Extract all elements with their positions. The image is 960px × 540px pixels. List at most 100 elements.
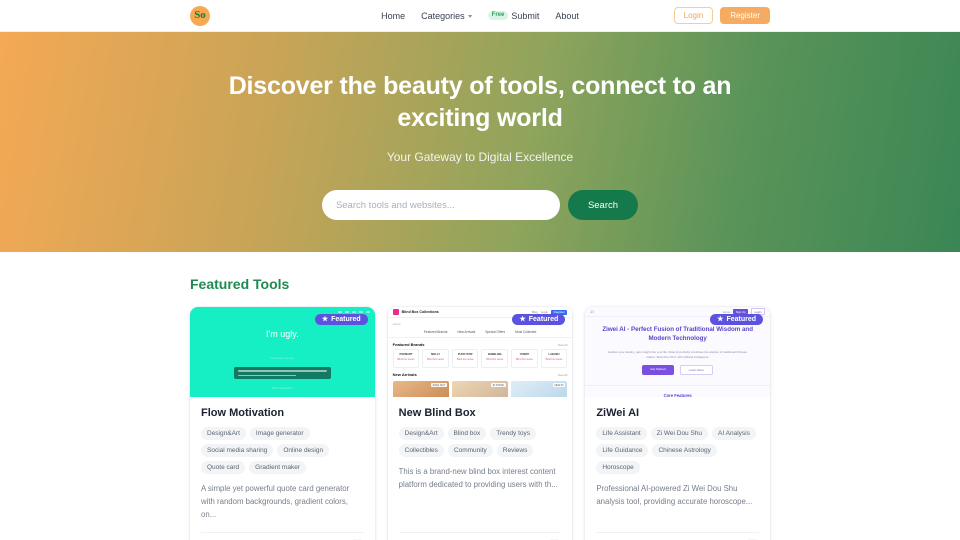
main-content: Featured Tools I'm ugly. Generate a quot… — [0, 252, 960, 540]
thumb-heading: I'm ugly. — [266, 329, 299, 339]
tag[interactable]: Collectibles — [398, 444, 444, 458]
tool-thumbnail: Blind Box Collections Blog Login Registe… — [387, 307, 573, 397]
nav-item-categories[interactable]: Categories — [421, 11, 472, 21]
thumb-brand-item: LABUBU Blind box series — [540, 349, 568, 368]
star-icon: ★ — [519, 316, 526, 323]
site-logo-icon[interactable]: So — [190, 5, 210, 26]
thumb-brand-name: PUCKYPOP — [457, 353, 473, 356]
thumb-brand-name: YUMMY — [519, 353, 530, 356]
search-input[interactable] — [321, 190, 560, 220]
thumb-brand-name: LABUBU — [548, 353, 560, 356]
hero-subheadline: Your Gateway to Digital Excellence — [386, 150, 574, 164]
tool-card-body: Flow Motivation Design&Art Image generat… — [190, 397, 375, 522]
thumb-secondary-button: Learn More — [679, 365, 713, 376]
featured-badge-label: Featured — [331, 316, 361, 323]
tag[interactable]: Trendy toys — [490, 427, 536, 441]
tag[interactable]: Gradient maker — [249, 461, 306, 475]
thumb-product-badge: IN STOCK — [490, 383, 507, 387]
tool-card[interactable]: Zi Home Sign Up Login Ziwei AI - Perfect… — [585, 307, 770, 540]
thumb-primary-button: Get Started — [642, 365, 674, 376]
thumb-footer: Flow Motivation — [271, 386, 293, 390]
nav-item-about-label: About — [555, 10, 579, 21]
tag[interactable]: Reviews — [496, 444, 534, 458]
tag[interactable]: Image generator — [249, 427, 310, 441]
free-badge: Free — [487, 10, 509, 21]
tag[interactable]: Horoscope — [596, 461, 640, 475]
thumb-brand-item: YUMMY Blind box series — [511, 349, 538, 368]
tag[interactable]: Online design — [277, 444, 330, 458]
nav-item-home-label: Home — [381, 10, 406, 21]
thumb-chip: Featured Brands — [423, 330, 448, 334]
register-button[interactable]: Register — [720, 6, 770, 25]
tool-tags: Design&Art Image generator Social media … — [201, 427, 364, 475]
thumb-brand-name: MOLLY — [431, 353, 440, 356]
thumb-chip: Special Offers — [485, 330, 506, 334]
tool-card[interactable]: I'm ugly. Generate a quote Flow Motivati… — [190, 307, 375, 540]
star-icon: ★ — [717, 316, 724, 323]
search-button[interactable]: Search — [567, 190, 639, 220]
site-logo-text: So — [194, 9, 206, 21]
thumb-brand-name: POPMART — [399, 353, 413, 356]
thumb-toolbar-icon — [337, 311, 370, 313]
tool-title: New Blind Box — [398, 407, 476, 419]
thumb-brand-mark: Zi — [590, 309, 594, 314]
tool-tags: Life Assistant Zi Wei Dou Shu AI Analysi… — [596, 427, 759, 475]
thumb-brand-meta: Blind box series — [427, 358, 445, 361]
tool-card[interactable]: Blind Box Collections Blog Login Registe… — [387, 307, 573, 540]
auth-actions: Login Register — [673, 6, 770, 25]
tool-card-stats: 1 1 1 ★ ★ ★ ★ ★ 3.0 — [398, 531, 562, 540]
page-title: Featured Tools — [190, 276, 290, 292]
tag[interactable]: Design&Art — [398, 427, 444, 441]
tag[interactable]: AI Analysis — [712, 427, 756, 441]
tool-thumbnail: Zi Home Sign Up Login Ziwei AI - Perfect… — [585, 307, 770, 397]
thumb-section-more: View All — [557, 372, 568, 377]
thumb-brand-meta: Blind box series — [545, 358, 563, 361]
nav-item-submit-label: Submit — [511, 10, 540, 21]
tool-thumbnail: I'm ugly. Generate a quote Flow Motivati… — [190, 307, 375, 397]
tool-card-stats: 1 1 5 ★ ★ ★ ★ ★ 4.3 — [596, 531, 759, 540]
tag[interactable]: Chinese Astrology — [652, 444, 717, 458]
chevron-down-icon — [467, 14, 472, 18]
tool-card-stats: 1 1 4 ★ ★ ★ ★ ★ 2.0 — [201, 531, 364, 540]
featured-badge: ★ Featured — [710, 314, 763, 325]
thumb-product-item: IN STOCK — [451, 381, 509, 397]
tag[interactable]: Life Assistant — [596, 427, 647, 441]
star-icon: ★ — [321, 316, 329, 323]
nav-item-about[interactable]: About — [555, 11, 579, 21]
thumb-product-badge: SOLD OUT — [430, 383, 447, 387]
tool-title: ZiWei AI — [596, 407, 640, 419]
tool-tags: Design&Art Blind box Trendy toys Collect… — [398, 427, 562, 458]
thumb-product-badge: NEW IN — [552, 383, 566, 387]
top-navigation-bar: So Home Categories Free Submit About Log… — [0, 0, 960, 32]
nav-item-home[interactable]: Home — [381, 11, 405, 21]
thumb-brand-meta: Blind box series — [486, 358, 504, 361]
tag[interactable]: Community — [447, 444, 493, 458]
thumb-nav-item: Home — [722, 309, 731, 314]
tag[interactable]: Quote card — [201, 461, 246, 475]
thumb-brand-meta: Blind box series — [515, 358, 533, 361]
thumb-section-title: Featured Brands — [392, 342, 425, 347]
thumb-product-list: SOLD OUT IN STOCK NEW IN — [388, 381, 573, 397]
thumb-brand-item: PUCKYPOP Blind box series — [451, 349, 479, 368]
nav-item-categories-label: Categories — [421, 10, 465, 21]
tag[interactable]: Zi Wei Dou Shu — [650, 427, 709, 441]
thumb-cta-group: Get Started Learn More — [585, 365, 770, 376]
featured-badge-label: Featured — [528, 316, 559, 323]
tag[interactable]: Blind box — [447, 427, 487, 441]
thumb-section-header: Featured Brands View All — [388, 338, 573, 349]
thumb-description: Explore your destiny, gain insight into … — [608, 349, 747, 359]
tag[interactable]: Design&Art — [201, 427, 246, 441]
thumb-filter-chips: Featured Brands New Arrivals Special Off… — [387, 330, 573, 338]
thumb-chip: Most Collected — [515, 330, 537, 334]
thumb-site-name: Blind Box Collections — [401, 310, 439, 314]
featured-badge-label: Featured — [726, 316, 756, 323]
thumb-section-header: New Arrivals View All — [388, 368, 573, 379]
login-button[interactable]: Login — [673, 6, 714, 25]
thumb-chip: New Arrivals — [457, 330, 476, 334]
thumb-product-item: SOLD OUT — [392, 381, 449, 397]
tag[interactable]: Life Guidance — [596, 444, 649, 458]
featured-badge: ★ Featured — [314, 314, 368, 325]
nav-item-submit[interactable]: Free Submit — [487, 10, 540, 21]
tag[interactable]: Social media sharing — [201, 444, 274, 458]
thumb-brand-meta: Blind box series — [397, 358, 415, 361]
